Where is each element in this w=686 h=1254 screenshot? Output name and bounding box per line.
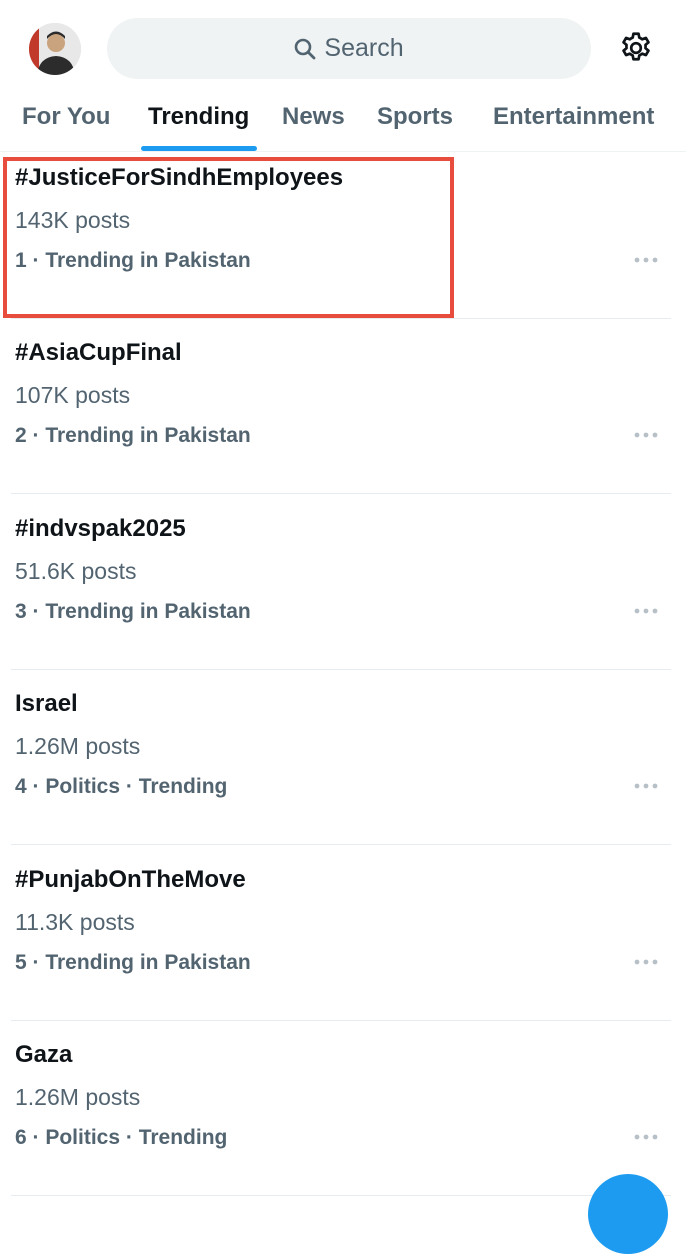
trend-context: 3 · Trending in Pakistan — [15, 600, 251, 623]
trend-name: #PunjabOnTheMove — [15, 866, 246, 893]
search-label: Search — [324, 34, 404, 62]
trend-item[interactable]: #AsiaCupFinal 107K posts 2 · Trending in… — [0, 319, 686, 494]
trend-name: #indvspak2025 — [15, 515, 186, 542]
trend-item[interactable]: #indvspak2025 51.6K posts 3 · Trending i… — [0, 495, 686, 670]
avatar-image — [29, 23, 81, 75]
trend-post-count: 1.26M posts — [15, 1084, 141, 1110]
trend-context: 5 · Trending in Pakistan — [15, 951, 251, 974]
highlight-box — [3, 157, 454, 318]
more-horizontal-icon[interactable] — [632, 425, 660, 445]
trend-context: 2 · Trending in Pakistan — [15, 424, 251, 447]
trend-item[interactable]: Israel 1.26M posts 4 · Politics · Trendi… — [0, 670, 686, 845]
trend-post-count: 1.26M posts — [15, 733, 141, 759]
avatar[interactable] — [29, 23, 81, 75]
trend-post-count: 51.6K posts — [15, 558, 137, 584]
divider — [11, 1195, 671, 1196]
top-bar: Search — [0, 0, 686, 100]
more-horizontal-icon[interactable] — [632, 776, 660, 796]
more-horizontal-icon[interactable] — [632, 601, 660, 621]
trend-name: Gaza — [15, 1041, 73, 1068]
trend-item[interactable]: Gaza 1.26M posts 6 · Politics · Trending — [0, 1021, 686, 1196]
trend-post-count: 107K posts — [15, 382, 131, 408]
trend-name: #AsiaCupFinal — [15, 339, 182, 366]
divider — [11, 493, 671, 494]
gear-icon[interactable] — [618, 30, 654, 66]
trend-context: 6 · Politics · Trending — [15, 1126, 228, 1149]
search-bar[interactable]: Search — [107, 18, 591, 79]
more-horizontal-icon[interactable] — [632, 250, 660, 270]
trend-name: Israel — [15, 690, 78, 717]
search-icon — [294, 38, 316, 60]
more-horizontal-icon[interactable] — [632, 1127, 660, 1147]
trend-item[interactable]: #PunjabOnTheMove 11.3K posts 5 · Trendin… — [0, 846, 686, 1021]
trend-post-count: 11.3K posts — [15, 909, 135, 935]
divider — [11, 844, 671, 845]
more-horizontal-icon[interactable] — [632, 952, 660, 972]
trend-context: 4 · Politics · Trending — [15, 775, 228, 798]
compose-button[interactable] — [588, 1174, 668, 1254]
